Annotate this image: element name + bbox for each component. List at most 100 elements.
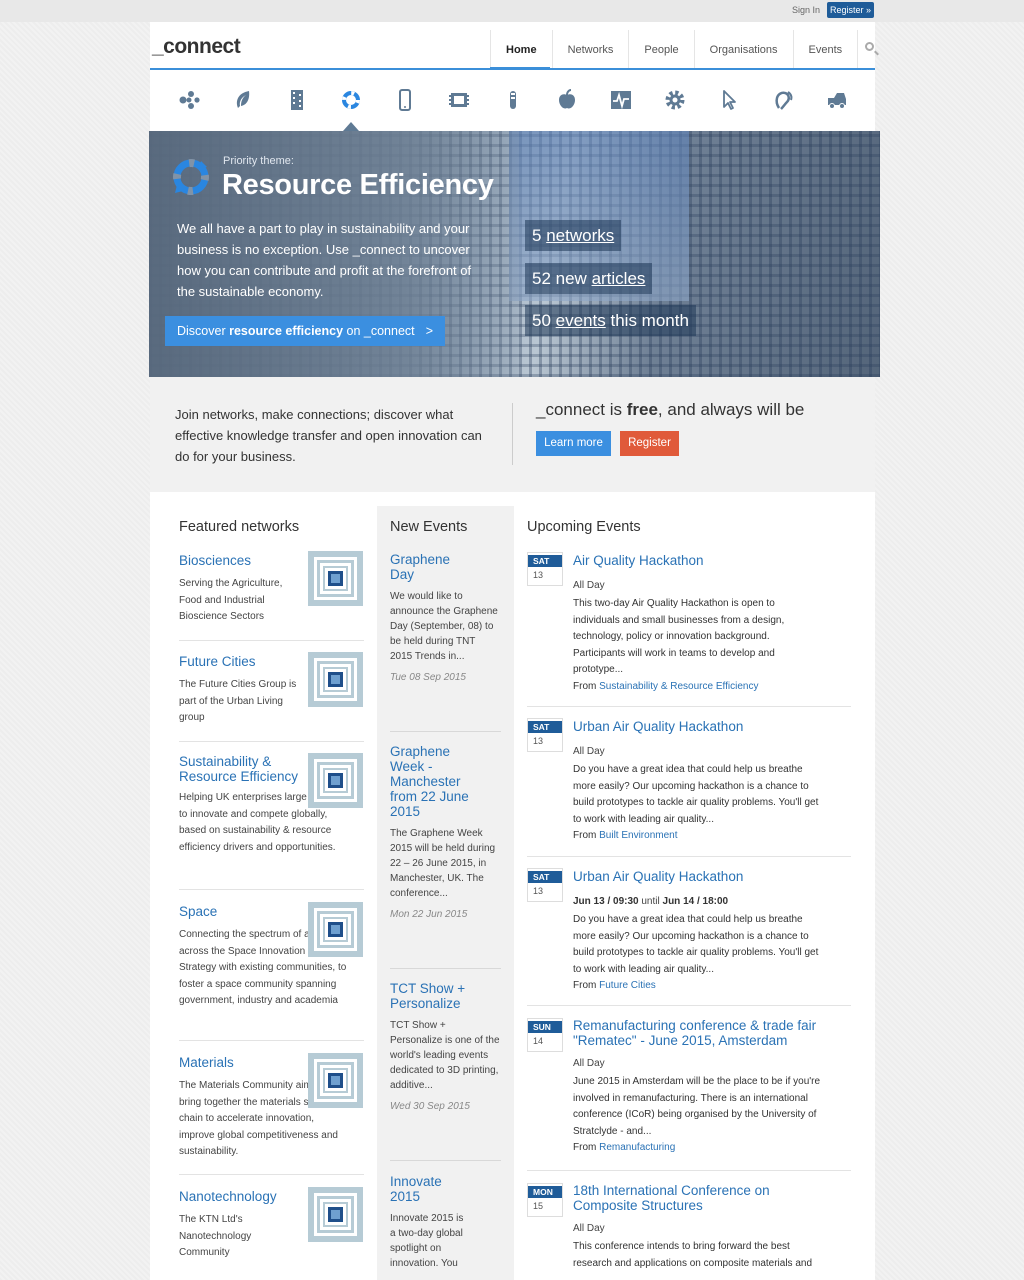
heartbeat-monitor-icon[interactable] xyxy=(609,88,633,112)
divider xyxy=(527,1005,851,1006)
active-theme-pointer xyxy=(343,122,359,131)
search-button[interactable] xyxy=(857,30,883,70)
discover-button-bold: resource efficiency xyxy=(229,324,344,338)
main-nav: Home Networks People Organisations Event… xyxy=(490,30,883,70)
molecules-icon[interactable] xyxy=(177,88,201,112)
from-label: From xyxy=(573,980,597,992)
new-event-title[interactable]: Graphene Day xyxy=(390,552,470,582)
register-top-button[interactable]: Register » xyxy=(827,2,874,18)
events-link[interactable]: events xyxy=(556,311,606,330)
calendar-date-badge: SAT 13 xyxy=(527,718,563,752)
stat-events: 50 events this month xyxy=(525,305,696,336)
nav-people[interactable]: People xyxy=(628,30,693,70)
nav-organisations[interactable]: Organisations xyxy=(693,30,793,70)
network-thumbnail[interactable] xyxy=(308,1053,363,1108)
hearing-icon[interactable] xyxy=(771,88,795,112)
network-thumbnail[interactable] xyxy=(308,551,363,606)
network-name[interactable]: Biosciences xyxy=(179,553,251,568)
network-thumbnail[interactable] xyxy=(308,1187,363,1242)
upcoming-event-title[interactable]: Air Quality Hackathon xyxy=(573,553,704,568)
divider xyxy=(179,1174,364,1175)
divider xyxy=(390,968,501,969)
nav-events[interactable]: Events xyxy=(792,30,858,70)
day-of-week: SUN xyxy=(528,1021,562,1033)
upcoming-event-title[interactable]: Urban Air Quality Hackathon xyxy=(573,719,743,734)
network-name[interactable]: Space xyxy=(179,904,217,919)
day-of-week: SAT xyxy=(528,871,562,883)
hero-banner: Priority theme: Resource Efficiency We a… xyxy=(149,131,880,377)
search-icon xyxy=(865,42,875,51)
upcoming-event-title[interactable]: 18th International Conference on Composi… xyxy=(573,1183,793,1213)
divider xyxy=(179,1040,364,1041)
articles-link[interactable]: articles xyxy=(592,269,646,288)
new-event-item: TCT Show + Personalize TCT Show + Person… xyxy=(390,981,500,1112)
day-of-month: 13 xyxy=(533,570,544,580)
network-thumbnail[interactable] xyxy=(308,652,363,707)
test-tube-icon[interactable] xyxy=(501,88,525,112)
free-tagline-post: , and always will be xyxy=(657,400,805,419)
site-logo[interactable]: _connect xyxy=(152,35,241,59)
upcoming-event-title[interactable]: Urban Air Quality Hackathon xyxy=(573,869,743,884)
event-time: All Day xyxy=(573,580,605,591)
film-strip-icon[interactable] xyxy=(285,88,309,112)
event-source: From Remanufacturing xyxy=(573,1140,843,1156)
chevron-right-icon: > xyxy=(425,324,433,338)
sign-in-link[interactable]: Sign In xyxy=(792,5,820,15)
stat-articles-text: 52 new xyxy=(532,269,587,288)
new-event-date: Tue 08 Sep 2015 xyxy=(390,672,466,683)
day-of-week: SAT xyxy=(528,555,562,567)
recycle-ring-icon[interactable] xyxy=(339,88,363,112)
event-source-link[interactable]: Future Cities xyxy=(599,980,656,991)
divider xyxy=(179,741,364,742)
divider xyxy=(179,640,364,641)
day-of-month: 13 xyxy=(533,886,544,896)
network-name[interactable]: Future Cities xyxy=(179,654,256,669)
new-event-title[interactable]: Innovate 2015 xyxy=(390,1174,460,1204)
event-source-link[interactable]: Remanufacturing xyxy=(599,1142,675,1153)
network-description: Serving the Agriculture, Food and Indust… xyxy=(179,578,283,623)
event-source-link[interactable]: Built Environment xyxy=(599,830,677,841)
mobile-phone-icon[interactable] xyxy=(393,88,417,112)
new-event-item: Graphene Week - Manchester from 22 June … xyxy=(390,744,500,920)
new-event-title[interactable]: Graphene Week - Manchester from 22 June … xyxy=(390,744,480,819)
cursor-icon[interactable] xyxy=(717,88,741,112)
priority-theme-label: Priority theme: xyxy=(223,155,294,167)
event-source-link[interactable]: Sustainability & Resource Efficiency xyxy=(599,681,758,692)
stat-networks-number: 5 xyxy=(532,226,542,245)
from-label: From xyxy=(573,680,597,692)
nav-home[interactable]: Home xyxy=(490,30,552,70)
network-thumbnail[interactable] xyxy=(308,753,363,808)
learn-more-button[interactable]: Learn more xyxy=(536,431,611,456)
from-label: From xyxy=(573,830,597,842)
gear-icon[interactable] xyxy=(663,88,687,112)
network-thumbnail[interactable] xyxy=(308,902,363,957)
network-name[interactable]: Nanotechnology xyxy=(179,1189,277,1204)
calendar-date-badge: SAT 13 xyxy=(527,552,563,586)
new-event-title[interactable]: TCT Show + Personalize xyxy=(390,981,480,1011)
leaf-icon[interactable] xyxy=(231,88,255,112)
join-banner: Join networks, make connections; discove… xyxy=(150,377,875,492)
calendar-date-badge: SUN 14 xyxy=(527,1018,563,1052)
networks-link[interactable]: networks xyxy=(546,226,614,245)
stat-networks: 5 networks xyxy=(525,220,622,251)
nav-networks[interactable]: Networks xyxy=(551,30,629,70)
new-event-date: Mon 22 Jun 2015 xyxy=(390,909,468,920)
featured-networks-title: Featured networks xyxy=(179,519,300,535)
hero-title: Resource Efficiency xyxy=(222,169,494,201)
discover-button[interactable]: Discover resource efficiency on _connect… xyxy=(165,316,445,346)
register-button[interactable]: Register xyxy=(620,431,679,456)
new-event-description: TCT Show + Personalize is one of the wor… xyxy=(390,1020,500,1091)
network-name[interactable]: Materials xyxy=(179,1055,234,1070)
event-source: From Built Environment xyxy=(573,828,843,844)
apple-icon[interactable] xyxy=(555,88,579,112)
event-source: From Future Cities xyxy=(573,978,843,994)
truck-icon[interactable] xyxy=(825,88,849,112)
day-of-month: 13 xyxy=(533,736,544,746)
theme-icon-bar xyxy=(170,86,860,116)
chip-icon[interactable] xyxy=(447,88,471,112)
event-source: From Sustainability & Resource Efficienc… xyxy=(573,679,843,695)
discover-button-post: on _connect xyxy=(343,324,415,338)
new-event-description: We would like to announce the Graphene D… xyxy=(390,591,498,662)
upcoming-event-title[interactable]: Remanufacturing conference & trade fair … xyxy=(573,1018,823,1048)
network-name[interactable]: Sustainability & Resource Efficiency xyxy=(179,754,304,784)
